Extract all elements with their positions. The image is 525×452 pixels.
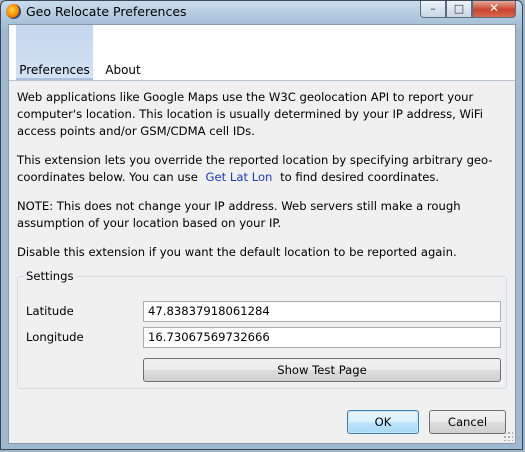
note-paragraph: NOTE: This does not change your IP addre… — [17, 199, 461, 230]
settings-legend: Settings — [24, 269, 76, 283]
show-test-page-button[interactable]: Show Test Page — [143, 358, 501, 382]
tab-preferences[interactable]: Preferences — [16, 25, 93, 80]
maximize-button[interactable]: □ — [446, 1, 472, 18]
description-text: Web applications like Google Maps use th… — [17, 89, 507, 273]
longitude-label: Longitude — [26, 330, 84, 344]
get-lat-lon-link[interactable]: Get Lat Lon — [202, 170, 277, 184]
latitude-label: Latitude — [26, 304, 74, 318]
dialog-client-area: Preferences About Web applications like … — [8, 24, 516, 444]
tab-about[interactable]: About — [100, 25, 146, 80]
intro-paragraph: Web applications like Google Maps use th… — [17, 90, 483, 138]
resize-grip[interactable] — [503, 431, 513, 441]
close-button[interactable]: ✕ — [472, 1, 516, 18]
override-text-end: to find desired coordinates. — [280, 170, 440, 184]
preferences-window: Geo Relocate Preferences – □ ✕ Preferenc… — [0, 0, 523, 450]
ok-button[interactable]: OK — [347, 410, 419, 434]
firefox-icon — [6, 4, 21, 19]
override-paragraph: This extension lets you override the rep… — [17, 152, 507, 186]
minimize-button[interactable]: – — [420, 1, 446, 18]
title-bar[interactable]: Geo Relocate Preferences – □ ✕ — [1, 1, 522, 23]
longitude-input[interactable]: 16.73067569732666 — [143, 327, 501, 348]
window-title: Geo Relocate Preferences — [26, 4, 187, 19]
tab-bar: Preferences About — [9, 25, 515, 81]
settings-group: Settings Latitude 47.83837918061284 Long… — [17, 269, 507, 389]
disable-paragraph: Disable this extension if you want the d… — [17, 245, 457, 259]
cancel-button[interactable]: Cancel — [429, 410, 506, 434]
window-controls: – □ ✕ — [420, 1, 516, 18]
latitude-input[interactable]: 47.83837918061284 — [143, 301, 501, 322]
